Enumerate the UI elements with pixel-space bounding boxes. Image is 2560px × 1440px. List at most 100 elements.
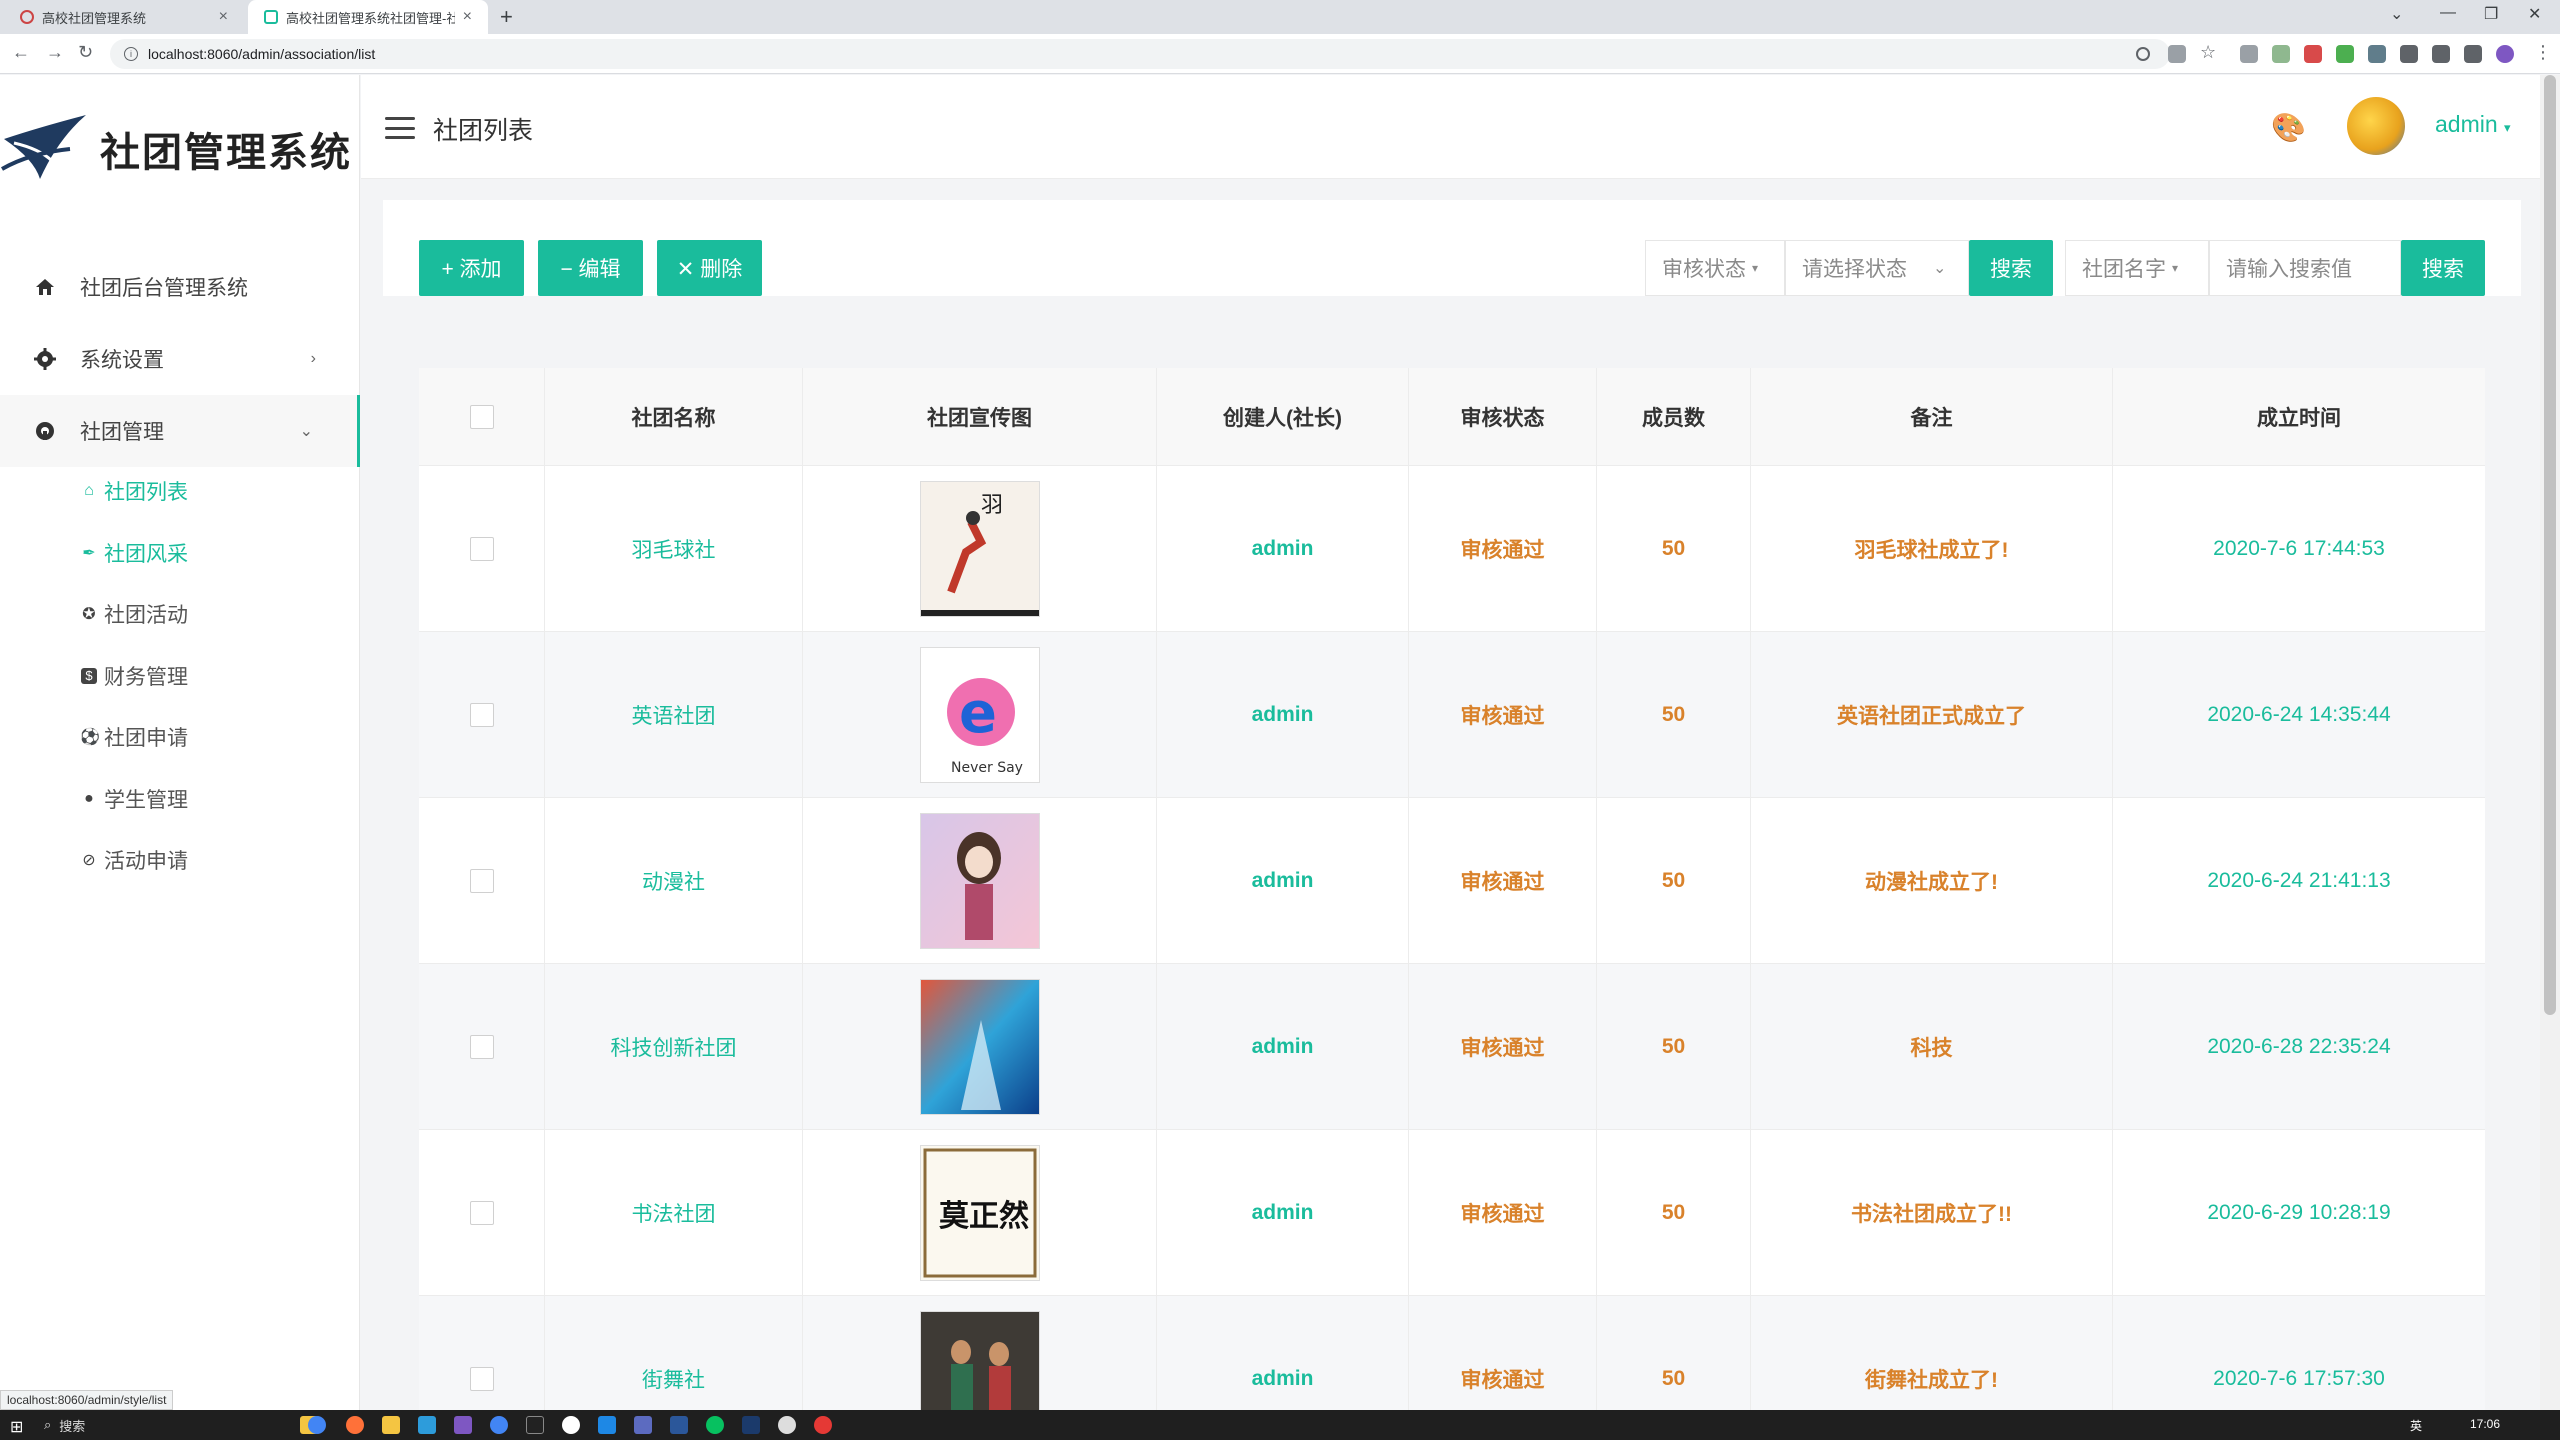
firefox-icon[interactable] [346, 1416, 364, 1434]
ext-icon[interactable] [2368, 45, 2386, 63]
row-checkbox[interactable] [469, 1201, 494, 1225]
scrollbar-thumb[interactable] [2544, 75, 2556, 1015]
bookmark-star-icon[interactable]: ☆ [2200, 42, 2218, 62]
row-checkbox[interactable] [469, 1367, 494, 1391]
association-name[interactable]: 书法社团 [545, 1130, 803, 1296]
tab-close-icon[interactable]: × [463, 8, 472, 26]
add-button[interactable]: + 添加 [419, 240, 524, 296]
profile-avatar[interactable] [2496, 45, 2514, 63]
wechat-icon[interactable] [706, 1416, 724, 1434]
browser-tab-active[interactable]: 高校社团管理系统社团管理-社团 × [248, 0, 488, 34]
association-name[interactable]: 动漫社 [545, 798, 803, 964]
poster-cell [803, 964, 1157, 1130]
table-row[interactable]: 动漫社 admin 审核通过 50 动漫社成立了! 2020-6-24 21:41:13 [419, 798, 2485, 964]
tab-search-icon[interactable]: ⌄ [2390, 4, 2403, 24]
new-tab-icon[interactable]: + [500, 4, 513, 30]
address-bar[interactable]: i localhost:8060/admin/association/list [110, 39, 2170, 69]
browser-tab[interactable]: 高校社团管理系统 × [4, 0, 244, 34]
row-checkbox[interactable] [469, 1035, 494, 1059]
user-menu[interactable]: admin ▾ [2435, 111, 2511, 138]
site-info-icon[interactable]: i [124, 47, 138, 61]
association-name[interactable]: 英语社团 [545, 632, 803, 798]
app-icon[interactable] [598, 1416, 616, 1434]
status-badge: 审核通过 [1409, 632, 1597, 798]
association-poster-image[interactable] [919, 979, 1040, 1115]
association-name[interactable]: 科技创新社团 [545, 964, 803, 1130]
status-select[interactable]: 请选择状态 ⌄ [1785, 240, 1969, 296]
menu-item-label: 系统设置 [80, 349, 164, 372]
sidebar-item-apply[interactable]: ⚽ 社团申请 [80, 717, 188, 757]
zoom-icon[interactable] [2136, 47, 2150, 61]
scrollbar[interactable] [2540, 75, 2560, 1410]
sub-item-label: 学生管理 [104, 789, 188, 812]
palette-icon[interactable]: 🎨 [2271, 111, 2306, 144]
logo[interactable]: 社团管理系统 [0, 99, 360, 199]
intellij-icon[interactable] [742, 1416, 760, 1434]
search-button[interactable]: 搜索 [1969, 240, 2053, 296]
app-icon[interactable] [634, 1416, 652, 1434]
menu-dots-icon[interactable]: ⋮ [2534, 42, 2552, 63]
association-poster-image[interactable]: 羽 [919, 481, 1040, 617]
share-icon[interactable] [2168, 45, 2186, 63]
menu-item-association[interactable]: 社团管理 ⌄ [0, 395, 360, 467]
table-row[interactable]: 科技创新社团 admin 审核通过 50 科技 2020-6-28 22:35:24 [419, 964, 2485, 1130]
association-name[interactable]: 羽毛球社 [545, 466, 803, 632]
sidebar-item-style[interactable]: ✒ 社团风采 [80, 533, 188, 573]
app-icon[interactable] [778, 1416, 796, 1434]
camera-icon[interactable] [2240, 45, 2258, 63]
sidebar-item-activities[interactable]: ✪ 社团活动 [80, 594, 188, 634]
restore-icon[interactable]: ❐ [2484, 4, 2498, 24]
member-count: 50 [1597, 964, 1751, 1130]
delete-button[interactable]: ✕ 删除 [657, 240, 762, 296]
association-poster-image[interactable] [919, 813, 1040, 949]
image-ext-icon[interactable] [2272, 45, 2290, 63]
reload-icon[interactable]: ↻ [78, 42, 93, 63]
back-icon[interactable]: ← [12, 42, 30, 63]
download-icon[interactable] [2432, 45, 2450, 63]
windows-start-icon[interactable]: ⊞ [10, 1417, 23, 1437]
ext-icon[interactable] [2336, 45, 2354, 63]
association-poster-image[interactable]: 莫正然 [919, 1145, 1040, 1281]
row-checkbox[interactable] [469, 703, 494, 727]
poster-cell [803, 798, 1157, 964]
status-filter-select[interactable]: 审核状态 ▾ [1645, 240, 1785, 296]
sidebar-item-finance[interactable]: $ 财务管理 [80, 656, 188, 696]
store-icon[interactable] [418, 1416, 436, 1434]
chat-icon[interactable] [562, 1416, 580, 1434]
select-all-checkbox[interactable] [469, 405, 494, 429]
row-checkbox[interactable] [469, 537, 494, 561]
table-row[interactable]: 书法社团 莫正然 admin 审核通过 50 书法社团成立了!! 2020-6-29 10:… [419, 1130, 2485, 1296]
app-icon[interactable] [490, 1416, 508, 1434]
table-row[interactable]: 羽毛球社 羽 admin 审核通过 50 羽毛球社成立了! 2020-7-6 17:44:5… [419, 466, 2485, 632]
tab-close-icon[interactable]: × [219, 8, 228, 26]
row-checkbox[interactable] [469, 869, 494, 893]
chrome-icon[interactable] [308, 1416, 326, 1434]
name-filter-select[interactable]: 社团名字 ▾ [2065, 240, 2209, 296]
word-icon[interactable] [670, 1416, 688, 1434]
taskbar-search-label: 搜索 [59, 1418, 86, 1434]
sidepanel-icon[interactable] [2464, 45, 2482, 63]
association-poster-image[interactable]: e Never Say [919, 647, 1040, 783]
menu-item-settings[interactable]: 系统设置 › [0, 323, 360, 395]
terminal-icon[interactable] [526, 1416, 544, 1434]
search-button-2[interactable]: 搜索 [2401, 240, 2485, 296]
minimize-icon[interactable]: — [2440, 4, 2456, 22]
hamburger-menu-icon[interactable] [385, 117, 415, 139]
folder-icon[interactable] [382, 1416, 400, 1434]
close-window-icon[interactable]: ✕ [2528, 4, 2541, 24]
sidebar-item-activity-apply[interactable]: ⊘ 活动申请 [80, 840, 188, 880]
search-input[interactable]: 请输入搜索值 [2209, 240, 2401, 296]
sidebar-item-students[interactable]: ● 学生管理 [80, 779, 188, 819]
edit-button[interactable]: − 编辑 [538, 240, 643, 296]
menu-item-dashboard[interactable]: 社团后台管理系统 [0, 251, 360, 323]
input-language[interactable]: 英 [2410, 1417, 2422, 1434]
shield-ext-icon[interactable] [2304, 45, 2322, 63]
sidebar-item-association-list[interactable]: ⌂ 社团列表 [80, 471, 188, 511]
record-icon[interactable] [814, 1416, 832, 1434]
avatar[interactable] [2347, 97, 2405, 155]
puzzle-icon[interactable] [2400, 45, 2418, 63]
forward-icon[interactable]: → [46, 42, 64, 63]
taskbar-search[interactable]: ⌕ 搜索 [44, 1413, 244, 1437]
table-row[interactable]: 英语社团 e Never Say admin 审核通过 50 英语社团正式成立了 2020-6… [419, 632, 2485, 798]
app-icon[interactable] [454, 1416, 472, 1434]
